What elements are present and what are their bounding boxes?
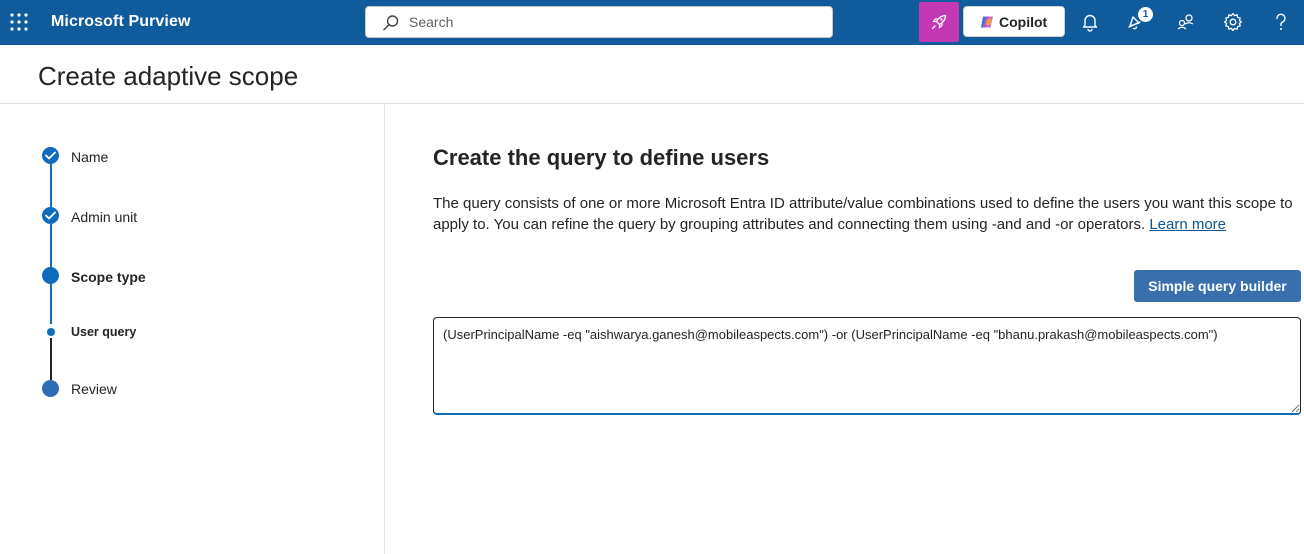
- step-connector: [50, 164, 52, 208]
- step-admin-unit[interactable]: Admin unit: [71, 209, 137, 225]
- rocket-icon: [931, 14, 947, 30]
- search-box[interactable]: [365, 6, 833, 38]
- step-upcoming-dot: [42, 380, 59, 397]
- step-connector: [50, 284, 52, 324]
- section-description: The query consists of one or more Micros…: [433, 193, 1293, 235]
- section-title: Create the query to define users: [433, 145, 770, 170]
- people-icon[interactable]: [1175, 11, 1197, 33]
- step-current-dot: [42, 267, 59, 284]
- step-connector: [50, 338, 52, 380]
- step-user-query[interactable]: User query: [71, 325, 136, 339]
- app-name[interactable]: Microsoft Purview: [51, 13, 191, 31]
- help-icon[interactable]: [1270, 11, 1292, 33]
- step-completed-icon: [42, 147, 59, 164]
- bell-icon[interactable]: [1079, 11, 1101, 33]
- search-icon: [382, 14, 400, 32]
- copilot-button[interactable]: Copilot: [963, 6, 1065, 37]
- search-input[interactable]: [409, 7, 819, 37]
- page-title: Create adaptive scope: [38, 61, 299, 91]
- step-scope-type[interactable]: Scope type: [71, 269, 146, 285]
- query-editor[interactable]: [433, 317, 1301, 415]
- step-name[interactable]: Name: [71, 149, 108, 165]
- learn-more-link[interactable]: Learn more: [1149, 216, 1226, 233]
- step-completed-icon: [42, 207, 59, 224]
- simple-query-builder-button[interactable]: Simple query builder: [1134, 270, 1301, 302]
- copilot-label: Copilot: [999, 13, 1048, 30]
- top-bar: Microsoft Purview Copilot: [0, 0, 1304, 45]
- gear-icon[interactable]: [1222, 11, 1244, 33]
- step-review[interactable]: Review: [71, 381, 117, 397]
- notification-badge: 1: [1138, 7, 1153, 22]
- stepper-divider: [384, 104, 385, 554]
- step-connector: [50, 224, 52, 268]
- header-divider: [0, 103, 1304, 104]
- waffle-icon[interactable]: [10, 13, 28, 31]
- rocket-button[interactable]: [919, 2, 959, 42]
- step-substep-dot: [47, 328, 55, 336]
- copilot-logo-icon: [981, 16, 993, 27]
